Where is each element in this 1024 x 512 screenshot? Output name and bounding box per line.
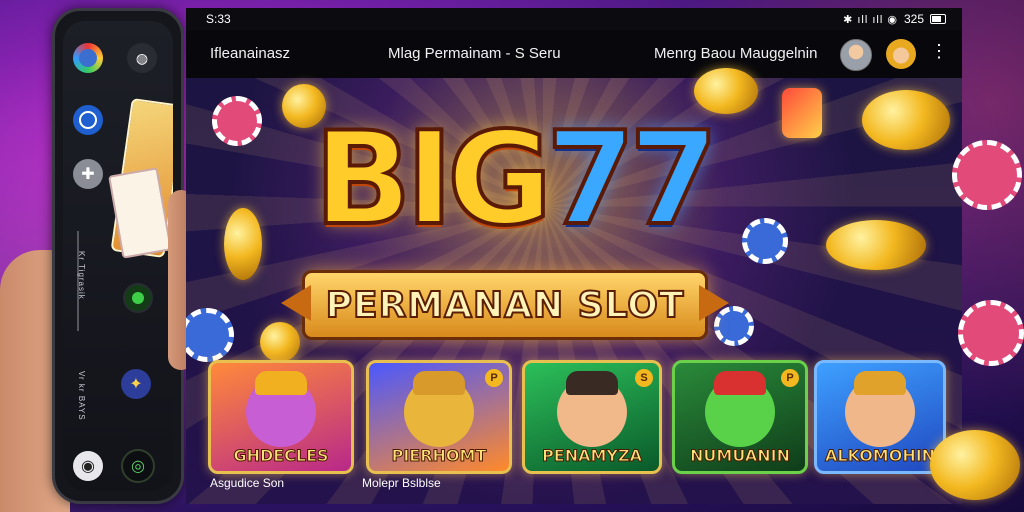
vertical-label-1: Kr Tigrasik bbox=[77, 251, 86, 300]
nav-right-link[interactable]: Menrg Baou Mauggelnin bbox=[654, 45, 817, 62]
logo-title: BIG77 bbox=[312, 114, 720, 246]
gem-decoration bbox=[782, 88, 822, 138]
caption-second: Molepr Bslblse bbox=[362, 476, 441, 490]
character-hat bbox=[566, 371, 618, 395]
coin-decoration bbox=[930, 430, 1020, 500]
game-title: PIERHOMT bbox=[391, 446, 487, 466]
apple-icon[interactable]: ◍ bbox=[127, 43, 157, 73]
game-card-3[interactable]: S PENAMYZA bbox=[522, 360, 662, 474]
nav-left-link[interactable]: Ifleanainasz bbox=[210, 45, 290, 62]
game-icon[interactable]: ◎ bbox=[121, 449, 155, 483]
character-hat bbox=[413, 371, 465, 395]
character-hat bbox=[255, 371, 307, 395]
phone-screen: ◍ ✚ Kr Tigrasik Vr kr BAYS ✦ ◉ ◎ bbox=[63, 21, 173, 491]
coin-badge-icon: S bbox=[635, 369, 653, 387]
logo-banner: PERMANAN SLOT bbox=[302, 270, 708, 340]
game-title: ALKOMOHIN bbox=[824, 446, 936, 466]
chip-decoration bbox=[742, 218, 788, 264]
logo-big-text: BIG bbox=[312, 105, 554, 254]
grey-app-icon[interactable]: ✚ bbox=[73, 159, 103, 189]
user-avatar-icon[interactable] bbox=[840, 39, 872, 71]
coin-decoration bbox=[826, 220, 926, 270]
caption-first: Asgudice Son bbox=[210, 476, 285, 490]
game-title: PENAMYZA bbox=[542, 446, 643, 466]
status-time: S:33 bbox=[206, 12, 231, 26]
chip-decoration bbox=[958, 300, 1024, 366]
character-hat bbox=[714, 371, 766, 395]
battery-label: 325 bbox=[903, 12, 924, 26]
logo-number-text: 77 bbox=[544, 105, 720, 254]
green-app-icon[interactable] bbox=[123, 283, 153, 313]
blue-app-icon[interactable]: ✦ bbox=[121, 369, 151, 399]
battery-icon bbox=[930, 14, 946, 24]
coin-badge-icon: P bbox=[485, 369, 503, 387]
game-title: NUMUANIN bbox=[690, 446, 791, 466]
status-icons: ✱ ıll ıll ◉ 325 bbox=[843, 12, 946, 26]
coin-decoration bbox=[224, 208, 262, 280]
more-menu-icon[interactable]: ⋮ bbox=[930, 41, 948, 62]
signal-icons: ✱ ıll ıll ◉ bbox=[843, 13, 898, 26]
coin-badge-icon: P bbox=[781, 369, 799, 387]
status-bar: S:33 ✱ ıll ıll ◉ 325 bbox=[186, 8, 962, 30]
game-title: GHDECLES bbox=[233, 446, 329, 466]
game-card-2[interactable]: P PIERHOMT bbox=[366, 360, 512, 474]
chip-decoration bbox=[714, 306, 754, 346]
game-card-5[interactable]: ALKOMOHIN bbox=[814, 360, 946, 474]
banner-text: PERMANAN SLOT bbox=[325, 284, 685, 327]
home-icon[interactable]: ◉ bbox=[73, 451, 103, 481]
avatar-icon[interactable] bbox=[73, 43, 103, 73]
game-card-4[interactable]: P NUMUANIN bbox=[672, 360, 808, 474]
coin-decoration bbox=[260, 322, 300, 362]
app-window: S:33 ✱ ıll ıll ◉ 325 Ifleanainasz Mlag P… bbox=[186, 8, 962, 504]
vertical-label-2: Vr kr BAYS bbox=[77, 371, 86, 421]
coin-decoration bbox=[862, 90, 950, 150]
chip-decoration bbox=[212, 96, 262, 146]
top-navigation: Ifleanainasz Mlag Permainam - S Seru Men… bbox=[186, 30, 962, 78]
ring-icon[interactable] bbox=[73, 105, 103, 135]
phone-device: ◍ ✚ Kr Tigrasik Vr kr BAYS ✦ ◉ ◎ bbox=[52, 8, 184, 504]
game-card-1[interactable]: GHDECLES bbox=[208, 360, 354, 474]
character-hat bbox=[854, 371, 906, 395]
profile-avatar-icon[interactable] bbox=[886, 39, 916, 69]
nav-center-title[interactable]: Mlag Permainam - S Seru bbox=[388, 45, 561, 62]
chip-decoration bbox=[952, 140, 1022, 210]
